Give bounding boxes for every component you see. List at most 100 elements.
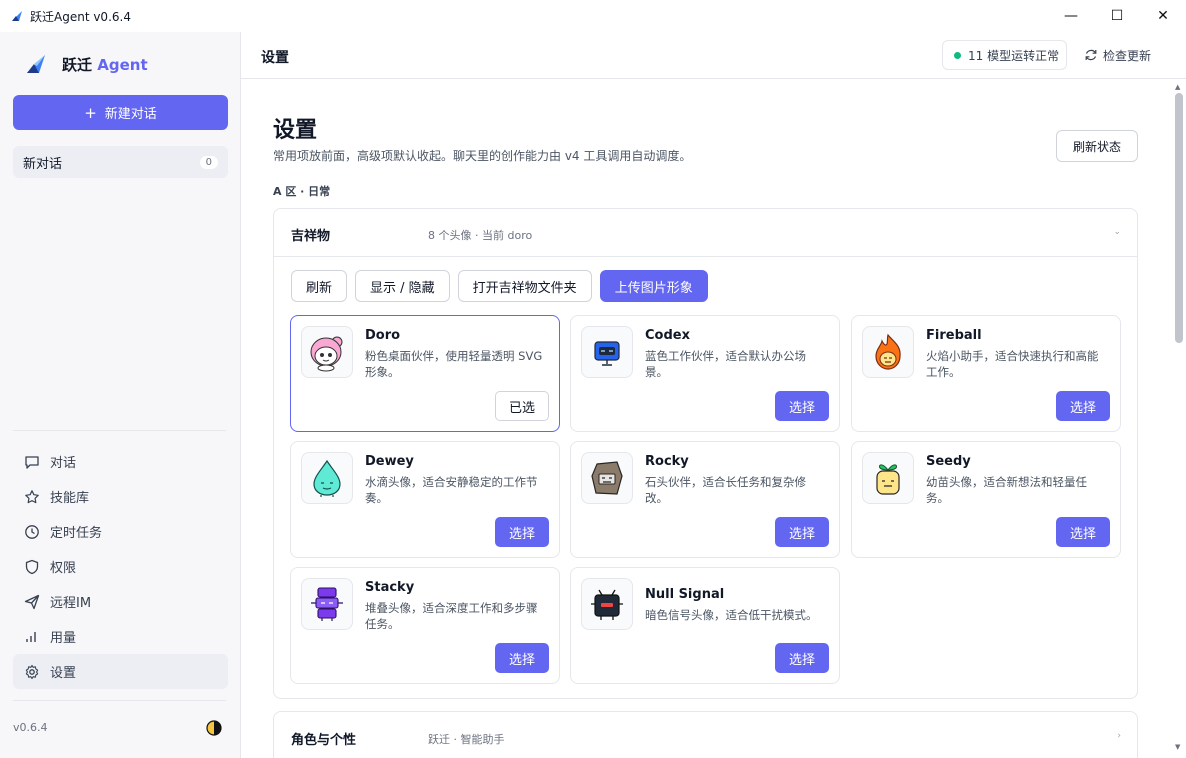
sidebar-item-permissions[interactable]: 权限 bbox=[13, 549, 228, 584]
new-chat-label: 新建对话 bbox=[104, 107, 157, 122]
mascot-panel-meta: 8 个头像 · 当前 doro bbox=[428, 229, 533, 242]
conversation-count-badge: 0 bbox=[199, 155, 218, 169]
mascot-name: Stacky bbox=[365, 580, 415, 595]
brand-name-text: 跃迁 bbox=[62, 55, 93, 74]
upload-image-button[interactable]: 上传图片形象 bbox=[599, 270, 708, 302]
role-panel[interactable]: 角色与个性 跃迁 · 智能助手 › bbox=[273, 711, 1138, 758]
model-status-text: 11 模型运转正常 bbox=[968, 48, 1060, 63]
mascot-name: Doro bbox=[365, 328, 401, 343]
rocky-avatar-icon bbox=[591, 461, 623, 495]
select-button[interactable]: 选择 bbox=[1056, 517, 1110, 547]
check-update-button[interactable]: 检查更新 bbox=[1084, 40, 1151, 70]
mascot-card-stacky[interactable]: Stacky 堆叠头像，适合深度工作和多步骤任务。 选择 bbox=[290, 567, 560, 684]
mascot-toolbar: 刷新 显示 / 隐藏 打开吉祥物文件夹 上传图片形象 bbox=[291, 270, 708, 302]
refresh-mascot-button[interactable]: 刷新 bbox=[291, 270, 348, 302]
plus-icon: + bbox=[84, 103, 97, 122]
fireball-avatar-icon bbox=[875, 333, 901, 370]
mascot-panel-title: 吉祥物 bbox=[291, 229, 331, 244]
mascot-description: 石头伙伴，适合长任务和复杂修改。 bbox=[645, 475, 806, 505]
mascot-avatar bbox=[301, 326, 353, 378]
check-update-label: 检查更新 bbox=[1103, 48, 1152, 63]
sidebar-item-label: 对话 bbox=[50, 456, 77, 471]
mascot-avatar bbox=[581, 578, 633, 630]
section-label: A 区 · 日常 bbox=[273, 185, 331, 198]
conversation-title: 新对话 bbox=[23, 156, 63, 172]
mascot-card-seedy[interactable]: Seedy 幼苗头像，适合新想法和轻量任务。 选择 bbox=[851, 441, 1121, 558]
mascot-description: 蓝色工作伙伴，适合默认办公场景。 bbox=[645, 349, 806, 379]
toggle-mascot-button[interactable]: 显示 / 隐藏 bbox=[355, 270, 450, 302]
scroll-thumb[interactable] bbox=[1175, 93, 1183, 343]
mascot-avatar bbox=[862, 452, 914, 504]
clock-icon bbox=[25, 524, 39, 539]
codex-avatar-icon bbox=[594, 341, 620, 366]
seedy-avatar-icon bbox=[876, 464, 900, 495]
send-icon bbox=[24, 594, 40, 609]
sidebar-item-usage[interactable]: 用量 bbox=[13, 619, 228, 654]
mascot-name: Codex bbox=[645, 328, 690, 343]
sidebar-item-label: 权限 bbox=[50, 561, 77, 576]
role-panel-title: 角色与个性 bbox=[291, 733, 357, 748]
mascot-card-codex[interactable]: Codex 蓝色工作伙伴，适合默认办公场景。 选择 bbox=[570, 315, 840, 432]
select-button[interactable]: 选择 bbox=[495, 517, 549, 547]
brand-logo-icon bbox=[27, 55, 45, 73]
open-mascot-folder-button[interactable]: 打开吉祥物文件夹 bbox=[457, 270, 592, 302]
chevron-right-icon[interactable]: › bbox=[1117, 731, 1121, 741]
maximize-button[interactable]: ☐ bbox=[1094, 0, 1140, 32]
sidebar-item-scheduled[interactable]: 定时任务 bbox=[13, 514, 228, 549]
mascot-description: 火焰小助手，适合快速执行和高能工作。 bbox=[926, 349, 1099, 379]
selected-button[interactable]: 已选 bbox=[495, 391, 549, 421]
mascot-name: Null Signal bbox=[645, 587, 725, 602]
dewey-avatar-icon bbox=[313, 459, 341, 497]
sidebar-nav: 对话 技能库 定时任务 权限 远程IM 用量 设置 bbox=[13, 444, 228, 689]
minimize-button[interactable]: — bbox=[1048, 0, 1094, 32]
sidebar-item-settings[interactable]: 设置 bbox=[13, 654, 228, 689]
theme-toggle-icon[interactable] bbox=[206, 720, 222, 736]
mascot-description: 水滴头像，适合安静稳定的工作节奏。 bbox=[365, 475, 538, 505]
brand-name: 跃迁 Agent bbox=[62, 54, 148, 75]
sidebar-item-skills[interactable]: 技能库 bbox=[13, 479, 228, 514]
sidebar-item-chat[interactable]: 对话 bbox=[13, 444, 228, 479]
chat-icon bbox=[25, 455, 39, 469]
mascot-avatar bbox=[301, 578, 353, 630]
mascot-avatar bbox=[862, 326, 914, 378]
scroll-down-icon[interactable]: ▼ bbox=[1175, 743, 1180, 751]
shield-icon bbox=[25, 559, 39, 574]
mascot-name: Rocky bbox=[645, 454, 689, 469]
top-header: 设置 11 模型运转正常 检查更新 bbox=[241, 32, 1186, 79]
sidebar-item-label: 设置 bbox=[50, 666, 77, 681]
mascot-description: 堆叠头像，适合深度工作和多步骤任务。 bbox=[365, 601, 538, 631]
scroll-up-icon[interactable]: ▲ bbox=[1175, 83, 1180, 91]
select-button[interactable]: 选择 bbox=[775, 643, 829, 673]
brand: 跃迁 Agent bbox=[24, 52, 148, 76]
select-button[interactable]: 选择 bbox=[775, 391, 829, 421]
model-status-badge[interactable]: 11 模型运转正常 bbox=[942, 40, 1067, 70]
select-button[interactable]: 选择 bbox=[495, 643, 549, 673]
mascot-card-fireball[interactable]: Fireball 火焰小助手，适合快速执行和高能工作。 选择 bbox=[851, 315, 1121, 432]
null-signal-avatar-icon bbox=[591, 589, 623, 620]
status-dot-icon bbox=[954, 51, 961, 59]
mascot-name: Fireball bbox=[926, 328, 982, 343]
mascot-panel-header[interactable]: 吉祥物 8 个头像 · 当前 doro ⌄ bbox=[274, 209, 1137, 257]
mascot-avatar bbox=[581, 326, 633, 378]
mascot-name: Seedy bbox=[926, 454, 971, 469]
main-scrollbar[interactable]: ▲ ▼ bbox=[1172, 79, 1186, 758]
refresh-status-button[interactable]: 刷新状态 bbox=[1056, 130, 1138, 162]
sidebar-item-label: 技能库 bbox=[50, 491, 90, 506]
new-chat-button[interactable]: + 新建对话 bbox=[13, 95, 228, 130]
sidebar-item-remote-im[interactable]: 远程IM bbox=[13, 584, 228, 619]
mascot-card-dewey[interactable]: Dewey 水滴头像，适合安静稳定的工作节奏。 选择 bbox=[290, 441, 560, 558]
sidebar-item-label: 用量 bbox=[50, 631, 77, 646]
mascot-description: 幼苗头像，适合新想法和轻量任务。 bbox=[926, 475, 1087, 505]
refresh-icon bbox=[1085, 49, 1097, 61]
conversation-item[interactable]: 新对话 0 bbox=[13, 146, 228, 178]
doro-avatar-icon bbox=[310, 336, 343, 372]
select-button[interactable]: 选择 bbox=[1056, 391, 1110, 421]
mascot-description: 暗色信号头像，适合低干扰模式。 bbox=[645, 608, 818, 622]
header-title: 设置 bbox=[261, 50, 289, 66]
chevron-down-icon[interactable]: ⌄ bbox=[1113, 227, 1121, 237]
mascot-card-null-signal[interactable]: Null Signal 暗色信号头像，适合低干扰模式。 选择 bbox=[570, 567, 840, 684]
mascot-card-rocky[interactable]: Rocky 石头伙伴，适合长任务和复杂修改。 选择 bbox=[570, 441, 840, 558]
close-button[interactable]: ✕ bbox=[1140, 0, 1186, 32]
select-button[interactable]: 选择 bbox=[775, 517, 829, 547]
mascot-card-doro[interactable]: Doro 粉色桌面伙伴，使用轻量透明 SVG 形象。 已选 bbox=[290, 315, 560, 432]
